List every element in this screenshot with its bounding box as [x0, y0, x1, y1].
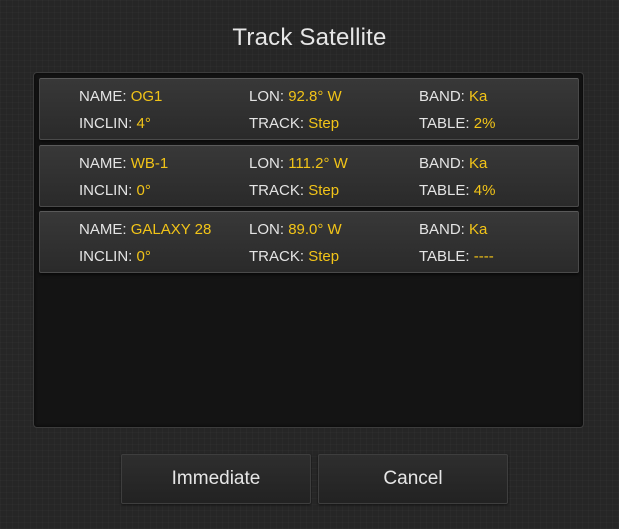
lon-label: LON: — [249, 221, 285, 238]
name-value: OG1 — [130, 88, 163, 105]
inclin-field: INCLIN: 0° — [79, 248, 151, 265]
name-value: WB-1 — [130, 155, 169, 172]
cancel-button[interactable]: Cancel — [318, 454, 508, 504]
table-label: TABLE: — [419, 115, 470, 132]
track-value: Step — [308, 248, 340, 265]
band-label: BAND: — [419, 155, 465, 172]
track-value: Step — [308, 182, 340, 199]
band-value: Ka — [469, 221, 488, 238]
band-field: BAND: Ka — [419, 221, 487, 238]
track-satellite-dialog: Track Satellite NAME: OG1 LON: 92.8° W B… — [0, 0, 619, 529]
band-label: BAND: — [419, 88, 465, 105]
band-field: BAND: Ka — [419, 88, 487, 105]
band-value: Ka — [469, 88, 488, 105]
name-label: NAME: — [79, 221, 127, 238]
table-value: 2% — [473, 115, 496, 132]
table-label: TABLE: — [419, 248, 470, 265]
name-field: NAME: GALAXY 28 — [79, 221, 211, 238]
table-field: TABLE: 4% — [419, 182, 495, 199]
track-label: TRACK: — [249, 182, 305, 199]
track-value: Step — [308, 115, 340, 132]
band-label: BAND: — [419, 221, 465, 238]
inclin-value: 4° — [136, 115, 151, 132]
satellite-row-galaxy-28[interactable]: NAME: GALAXY 28 LON: 89.0° W BAND: Ka IN… — [39, 211, 579, 273]
name-field: NAME: OG1 — [79, 88, 162, 105]
inclin-label: INCLIN: — [79, 115, 133, 132]
band-field: BAND: Ka — [419, 155, 487, 172]
track-field: TRACK: Step — [249, 115, 339, 132]
name-label: NAME: — [79, 88, 127, 105]
name-value: GALAXY 28 — [130, 221, 212, 238]
lon-field: LON: 89.0° W — [249, 221, 342, 238]
inclin-value: 0° — [136, 248, 151, 265]
table-value: ---- — [473, 248, 494, 265]
table-value: 4% — [473, 182, 496, 199]
satellite-list[interactable]: NAME: OG1 LON: 92.8° W BAND: Ka INCLIN: … — [33, 72, 584, 428]
dialog-title: Track Satellite — [232, 24, 387, 51]
lon-label: LON: — [249, 155, 285, 172]
lon-value: 89.0° W — [288, 221, 342, 238]
name-field: NAME: WB-1 — [79, 155, 168, 172]
lon-label: LON: — [249, 88, 285, 105]
band-value: Ka — [469, 155, 488, 172]
inclin-field: INCLIN: 0° — [79, 182, 151, 199]
inclin-label: INCLIN: — [79, 182, 133, 199]
inclin-value: 0° — [136, 182, 151, 199]
satellite-row-wb-1[interactable]: NAME: WB-1 LON: 111.2° W BAND: Ka INCLIN… — [39, 145, 579, 207]
lon-field: LON: 111.2° W — [249, 155, 348, 172]
satellite-row-og1[interactable]: NAME: OG1 LON: 92.8° W BAND: Ka INCLIN: … — [39, 78, 579, 140]
immediate-button[interactable]: Immediate — [121, 454, 311, 504]
table-field: TABLE: ---- — [419, 248, 494, 265]
inclin-label: INCLIN: — [79, 248, 133, 265]
inclin-field: INCLIN: 4° — [79, 115, 151, 132]
table-label: TABLE: — [419, 182, 470, 199]
table-field: TABLE: 2% — [419, 115, 495, 132]
name-label: NAME: — [79, 155, 127, 172]
lon-value: 92.8° W — [288, 88, 342, 105]
lon-field: LON: 92.8° W — [249, 88, 342, 105]
track-label: TRACK: — [249, 115, 305, 132]
track-field: TRACK: Step — [249, 182, 339, 199]
track-label: TRACK: — [249, 248, 305, 265]
lon-value: 111.2° W — [288, 155, 348, 172]
track-field: TRACK: Step — [249, 248, 339, 265]
